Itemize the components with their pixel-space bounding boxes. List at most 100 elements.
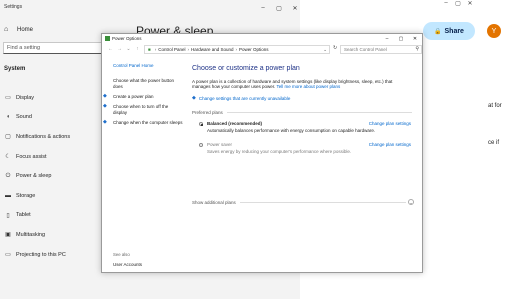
settings-caption-buttons: – ▢ ✕ <box>255 2 303 14</box>
plan-name[interactable]: Balanced (recommended) <box>207 121 262 126</box>
breadcrumb[interactable]: ■ › Control Panel › Hardware and Sound ›… <box>144 45 330 54</box>
minimize-icon[interactable]: – <box>380 34 394 44</box>
storage-icon: ▬ <box>5 192 11 199</box>
doc-text-fragment: ce if <box>488 140 500 146</box>
control-panel-home-link[interactable]: Control Panel Home <box>113 63 154 68</box>
browser-caption-buttons: – ▢ ✕ <box>440 0 476 7</box>
projector-icon: ▭ <box>5 252 11 259</box>
change-unavailable-link[interactable]: ◆ Change settings that are currently una… <box>192 95 290 101</box>
multitasking-icon: ▣ <box>5 232 11 239</box>
power-button-link[interactable]: Choose what the power button does <box>113 78 183 89</box>
search-placeholder: Search Control Panel <box>344 47 387 52</box>
shield-icon: ◆ <box>103 119 107 125</box>
maximize-icon[interactable]: ▢ <box>271 2 287 14</box>
settings-nav-item[interactable]: ▯ Tablet <box>4 206 70 226</box>
home-label: Home <box>17 26 34 33</box>
settings-nav-item[interactable]: ▢ Notifications & actions <box>4 127 70 147</box>
search-icon: ⚲ <box>415 46 419 52</box>
settings-nav-item[interactable]: ▬ Storage <box>4 186 70 206</box>
power-options-window: Power Options – ▢ ✕ ← → ⌄ ↑ ■ › Control … <box>101 33 423 273</box>
monitor-icon: ▭ <box>5 95 11 102</box>
divider <box>226 112 412 113</box>
settings-nav-item[interactable]: ▭ Display <box>4 88 70 108</box>
window-title: Power Options <box>112 36 142 41</box>
breadcrumb-item[interactable]: Control Panel <box>158 47 185 52</box>
search-control-panel-input[interactable]: Search Control Panel ⚲ <box>340 45 422 54</box>
tablet-icon: ▯ <box>6 212 10 219</box>
breadcrumb-item[interactable]: Power Options <box>239 47 269 52</box>
settings-title: Settings <box>4 4 23 10</box>
chevron-down-icon[interactable]: ⌄ <box>323 47 327 53</box>
shield-icon: ◆ <box>192 95 196 101</box>
forward-arrow-icon[interactable]: → <box>115 46 124 52</box>
settings-nav-item[interactable]: ⏻ Power & sleep <box>4 166 70 186</box>
user-accounts-link[interactable]: User Accounts <box>113 262 142 267</box>
up-arrow-icon[interactable]: ↑ <box>133 46 142 52</box>
chevron-down-icon[interactable]: ⌄ <box>408 199 414 205</box>
maximize-icon[interactable]: ▢ <box>452 0 464 7</box>
preferred-plans-header: Preferred plans <box>192 110 412 115</box>
settings-nav-label: Multitasking <box>16 231 46 238</box>
control-panel-icon: ■ <box>148 47 151 52</box>
change-plan-settings-link[interactable]: Change plan settings <box>369 121 411 126</box>
maximize-icon[interactable]: ▢ <box>394 34 408 44</box>
power-icon: ⏻ <box>5 172 11 179</box>
settings-nav-item[interactable]: ▭ Projecting to this PC <box>4 245 70 265</box>
minimize-icon[interactable]: – <box>255 2 271 14</box>
close-icon[interactable]: ✕ <box>464 0 476 7</box>
section-title: System <box>4 66 26 72</box>
settings-nav-label: Display <box>16 94 35 101</box>
speaker-icon: ◖ <box>6 114 10 121</box>
settings-nav-label: Sound <box>16 114 32 121</box>
find-setting-placeholder: Find a setting <box>7 45 41 51</box>
moon-icon: ☾ <box>5 154 11 161</box>
caption-buttons: – ▢ ✕ <box>380 34 422 44</box>
settings-nav-label: Notifications & actions <box>16 133 71 140</box>
divider <box>239 201 406 203</box>
settings-nav-item[interactable]: ☾ Focus assist <box>4 147 70 167</box>
address-bar: ← → ⌄ ↑ ■ › Control Panel › Hardware and… <box>102 44 422 56</box>
display-off-link[interactable]: ◆ Choose when to turn off the display <box>103 103 183 115</box>
sleep-link[interactable]: ◆ Change when the computer sleeps <box>103 119 183 126</box>
page-heading: Choose or customize a power plan <box>192 65 300 72</box>
notifications-icon: ▢ <box>5 134 11 141</box>
close-icon[interactable]: ✕ <box>408 34 422 44</box>
settings-nav-label: Storage <box>16 192 36 199</box>
settings-nav-label: Projecting to this PC <box>16 251 66 258</box>
settings-nav-label: Power & sleep <box>16 173 52 180</box>
power-options-titlebar[interactable]: Power Options – ▢ ✕ <box>102 34 422 44</box>
plan-name[interactable]: Power saver <box>207 142 232 147</box>
chevron-down-icon[interactable]: ⌄ <box>124 46 133 52</box>
power-options-icon <box>105 36 110 41</box>
breadcrumb-item[interactable]: Hardware and Sound <box>191 47 234 52</box>
lock-icon: 🔒 <box>434 28 442 35</box>
settings-nav: ▭ Display ◖ Sound ▢ Notifications & actions ☾ F… <box>4 88 70 264</box>
show-additional-plans[interactable]: Show additional plans ⌄ <box>192 199 414 205</box>
shield-icon: ◆ <box>103 93 107 99</box>
plan-description: Automatically balances performance with … <box>207 128 376 133</box>
plan-description: Saves energy by reducing your computer's… <box>207 149 352 154</box>
doc-text-fragment: at for <box>488 103 502 109</box>
description: A power plan is a collection of hardware… <box>192 79 393 90</box>
shield-icon: ◆ <box>103 103 107 109</box>
settings-nav-label: Tablet <box>16 212 31 219</box>
settings-home[interactable]: ⌂ Home <box>4 26 33 33</box>
minimize-icon[interactable]: – <box>440 0 452 7</box>
settings-nav-label: Focus assist <box>16 153 47 160</box>
see-also-label: See also <box>113 252 130 257</box>
avatar[interactable]: Y <box>487 24 501 38</box>
change-plan-settings-link[interactable]: Change plan settings <box>369 142 411 147</box>
plan-radio[interactable] <box>199 143 203 147</box>
plan-radio[interactable] <box>199 122 203 126</box>
settings-nav-item[interactable]: ◖ Sound <box>4 108 70 128</box>
settings-nav-item[interactable]: ▣ Multitasking <box>4 225 70 245</box>
tell-me-more-link[interactable]: Tell me more about power plans <box>276 84 340 89</box>
share-button[interactable]: 🔒 Share <box>423 22 475 40</box>
back-arrow-icon[interactable]: ← <box>106 46 115 52</box>
share-label: Share <box>444 27 464 35</box>
refresh-icon[interactable]: ↻ <box>333 45 337 51</box>
close-icon[interactable]: ✕ <box>287 2 303 14</box>
home-icon: ⌂ <box>4 26 9 33</box>
create-plan-link[interactable]: ◆ Create a power plan <box>103 93 183 100</box>
task-pane: Control Panel Home Choose what the power… <box>102 56 186 272</box>
